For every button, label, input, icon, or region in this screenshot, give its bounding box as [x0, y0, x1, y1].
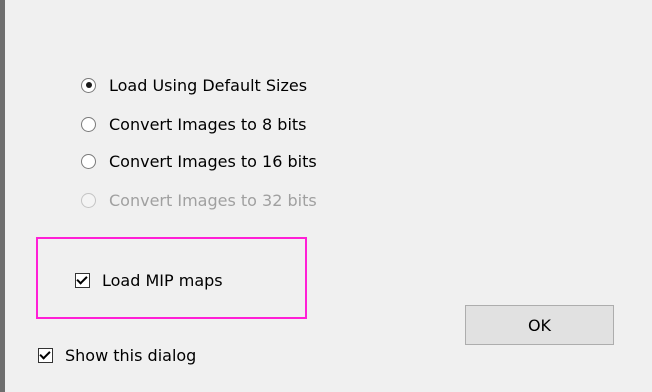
radio-option-8-bits[interactable]: Convert Images to 8 bits — [81, 112, 307, 136]
load-mip-maps-checkbox[interactable]: Load MIP maps — [75, 268, 223, 292]
checkbox-label: Show this dialog — [65, 345, 197, 365]
radio-option-16-bits[interactable]: Convert Images to 16 bits — [81, 149, 317, 173]
radio-button[interactable] — [81, 116, 96, 132]
radio-option-32-bits: Convert Images to 32 bits — [81, 188, 317, 212]
radio-label: Convert Images to 32 bits — [109, 190, 317, 210]
radio-option-default-sizes[interactable]: Load Using Default Sizes — [81, 73, 307, 97]
radio-button-selected[interactable] — [81, 77, 96, 93]
radio-button-disabled — [81, 192, 96, 208]
checkbox-checked[interactable] — [38, 347, 53, 363]
load-options-dialog: Load Using Default Sizes Convert Images … — [5, 0, 652, 392]
radio-label: Convert Images to 8 bits — [109, 114, 307, 134]
checkbox-label: Load MIP maps — [102, 270, 223, 290]
radio-label: Load Using Default Sizes — [109, 75, 308, 95]
radio-button[interactable] — [81, 153, 96, 169]
checkbox-checked[interactable] — [75, 272, 90, 288]
ok-button[interactable]: OK — [465, 305, 614, 345]
show-dialog-checkbox[interactable]: Show this dialog — [38, 343, 196, 367]
radio-label: Convert Images to 16 bits — [109, 151, 317, 171]
